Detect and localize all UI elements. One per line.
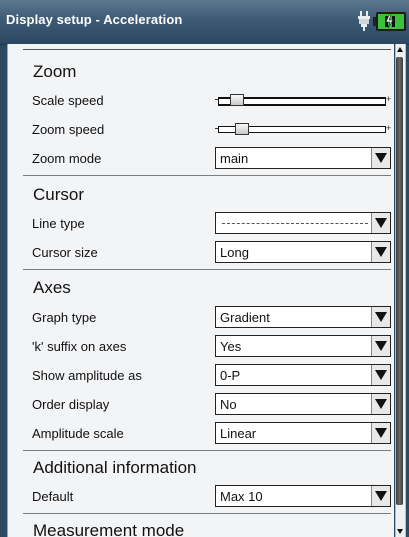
row-show-amplitude: Show amplitude as 0-P xyxy=(8,361,394,390)
amplitude-scale-dropdown[interactable]: Linear xyxy=(215,422,391,444)
row-default: Default Max 10 xyxy=(8,482,394,511)
cursor-size-dropdown[interactable]: Long xyxy=(215,241,391,263)
chevron-down-icon xyxy=(375,370,387,380)
default-dropdown[interactable]: Max 10 xyxy=(215,485,391,507)
row-label: Zoom speed xyxy=(32,122,105,137)
window-title: Display setup - Acceleration xyxy=(6,12,183,27)
dropdown-arrow-button[interactable] xyxy=(371,307,390,327)
slider-handle[interactable] xyxy=(235,123,249,135)
line-type-dropdown[interactable] xyxy=(215,212,391,234)
row-label: Line type xyxy=(32,216,85,231)
section-divider xyxy=(23,269,391,270)
section-title-additional: Additional information xyxy=(33,458,197,477)
dropdown-arrow-button[interactable] xyxy=(371,148,390,168)
dropdown-arrow-button[interactable] xyxy=(371,336,390,356)
chevron-down-icon xyxy=(375,247,387,257)
section-title-cursor: Cursor xyxy=(33,185,85,204)
graph-type-dropdown[interactable]: Gradient xyxy=(215,306,391,328)
vertical-scrollbar[interactable] xyxy=(395,44,406,537)
scale-speed-slider[interactable]: + xyxy=(215,94,393,106)
plus-icon: + xyxy=(386,94,392,104)
zoom-mode-dropdown[interactable]: main xyxy=(215,147,391,169)
section-divider xyxy=(23,513,391,514)
chevron-down-icon xyxy=(375,399,387,409)
row-label: 'k' suffix on axes xyxy=(32,339,127,354)
row-label: Default xyxy=(32,489,74,504)
row-label: Order display xyxy=(32,397,110,412)
chevron-down-icon xyxy=(375,341,387,351)
row-amplitude-scale: Amplitude scale Linear xyxy=(8,419,394,448)
dropdown-arrow-button[interactable] xyxy=(371,394,390,414)
dropdown-arrow-button[interactable] xyxy=(371,423,390,443)
section-divider xyxy=(23,450,391,451)
row-line-type: Line type xyxy=(8,209,394,238)
zoom-speed-slider[interactable]: + xyxy=(215,123,393,135)
battery-icon xyxy=(373,12,406,31)
dropdown-value: Yes xyxy=(220,339,242,354)
section-title-measurement: Measurement mode xyxy=(33,521,185,537)
slider-handle[interactable] xyxy=(230,94,244,106)
chevron-down-icon xyxy=(375,491,387,501)
row-scale-speed: Scale speed + xyxy=(8,86,394,115)
dashed-line-preview xyxy=(222,223,368,224)
dropdown-value: Long xyxy=(220,245,249,260)
row-zoom-mode: Zoom mode main xyxy=(8,144,394,173)
dropdown-value: Linear xyxy=(220,426,257,441)
dropdown-arrow-button[interactable] xyxy=(371,213,390,233)
plug-icon xyxy=(358,11,370,31)
show-amplitude-dropdown[interactable]: 0-P xyxy=(215,364,391,386)
title-bar: Display setup - Acceleration xyxy=(0,0,409,45)
row-graph-type: Graph type Gradient xyxy=(8,303,394,332)
plus-icon: + xyxy=(386,123,392,133)
chevron-down-icon xyxy=(375,218,387,228)
k-suffix-dropdown[interactable]: Yes xyxy=(215,335,391,357)
dropdown-arrow-button[interactable] xyxy=(371,365,390,385)
chevron-down-icon xyxy=(375,153,387,163)
dropdown-value: Max 10 xyxy=(220,489,263,504)
section-title-axes: Axes xyxy=(33,278,71,297)
section-divider xyxy=(23,175,391,176)
scroll-down-icon[interactable] xyxy=(397,529,403,534)
dropdown-value: Gradient xyxy=(220,310,270,325)
section-title-zoom: Zoom xyxy=(33,62,77,81)
chevron-down-icon xyxy=(375,312,387,322)
row-label: Scale speed xyxy=(32,93,104,108)
row-zoom-speed: Zoom speed + xyxy=(8,115,394,144)
dropdown-value: main xyxy=(220,151,249,166)
row-label: Amplitude scale xyxy=(32,426,124,441)
scroll-up-icon[interactable] xyxy=(397,47,403,52)
row-order-display: Order display No xyxy=(8,390,394,419)
order-display-dropdown[interactable]: No xyxy=(215,393,391,415)
chevron-down-icon xyxy=(375,428,387,438)
dropdown-value: 0-P xyxy=(220,368,241,383)
row-label: Zoom mode xyxy=(32,151,102,166)
row-label: Cursor size xyxy=(32,245,98,260)
settings-panel: Zoom Scale speed + Zoom speed + Zoom mod… xyxy=(7,44,394,537)
row-cursor-size: Cursor size Long xyxy=(8,238,394,267)
row-label: Show amplitude as xyxy=(32,368,142,383)
dropdown-value: No xyxy=(220,397,237,412)
divider xyxy=(23,49,391,50)
row-k-suffix: 'k' suffix on axes Yes xyxy=(8,332,394,361)
dropdown-arrow-button[interactable] xyxy=(371,242,390,262)
dropdown-arrow-button[interactable] xyxy=(371,486,390,506)
row-label: Graph type xyxy=(32,310,97,325)
scroll-thumb[interactable] xyxy=(396,57,403,505)
